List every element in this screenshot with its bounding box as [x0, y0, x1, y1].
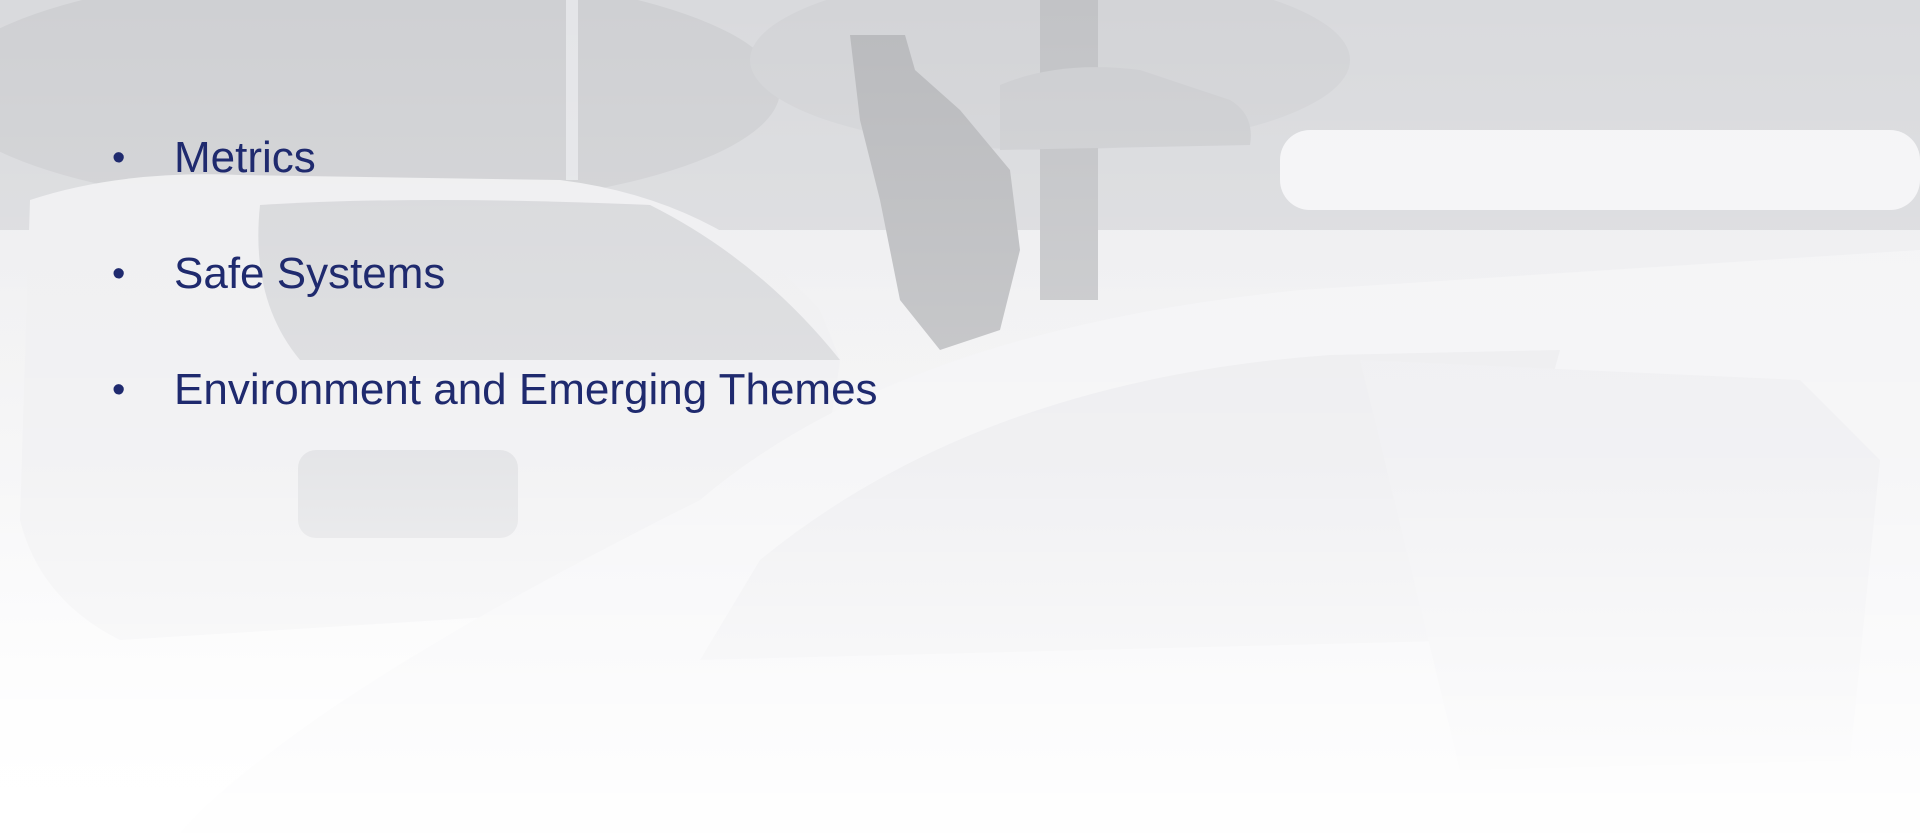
slide-canvas: • Metrics • Safe Systems • Environment a… — [0, 0, 1920, 833]
bullet-dot: • — [112, 369, 126, 411]
bullet-label: Metrics — [174, 133, 316, 182]
bullet-list: • Metrics • Safe Systems • Environment a… — [100, 132, 878, 480]
bullet-item-metrics: • Metrics — [100, 132, 878, 248]
bullet-item-safe-systems: • Safe Systems — [100, 248, 878, 364]
bullet-dot: • — [112, 253, 126, 295]
bullet-item-environment-emerging-themes: • Environment and Emerging Themes — [100, 364, 878, 480]
bullet-label: Environment and Emerging Themes — [174, 365, 878, 414]
bullet-label: Safe Systems — [174, 249, 446, 298]
bullet-dot: • — [112, 137, 126, 179]
